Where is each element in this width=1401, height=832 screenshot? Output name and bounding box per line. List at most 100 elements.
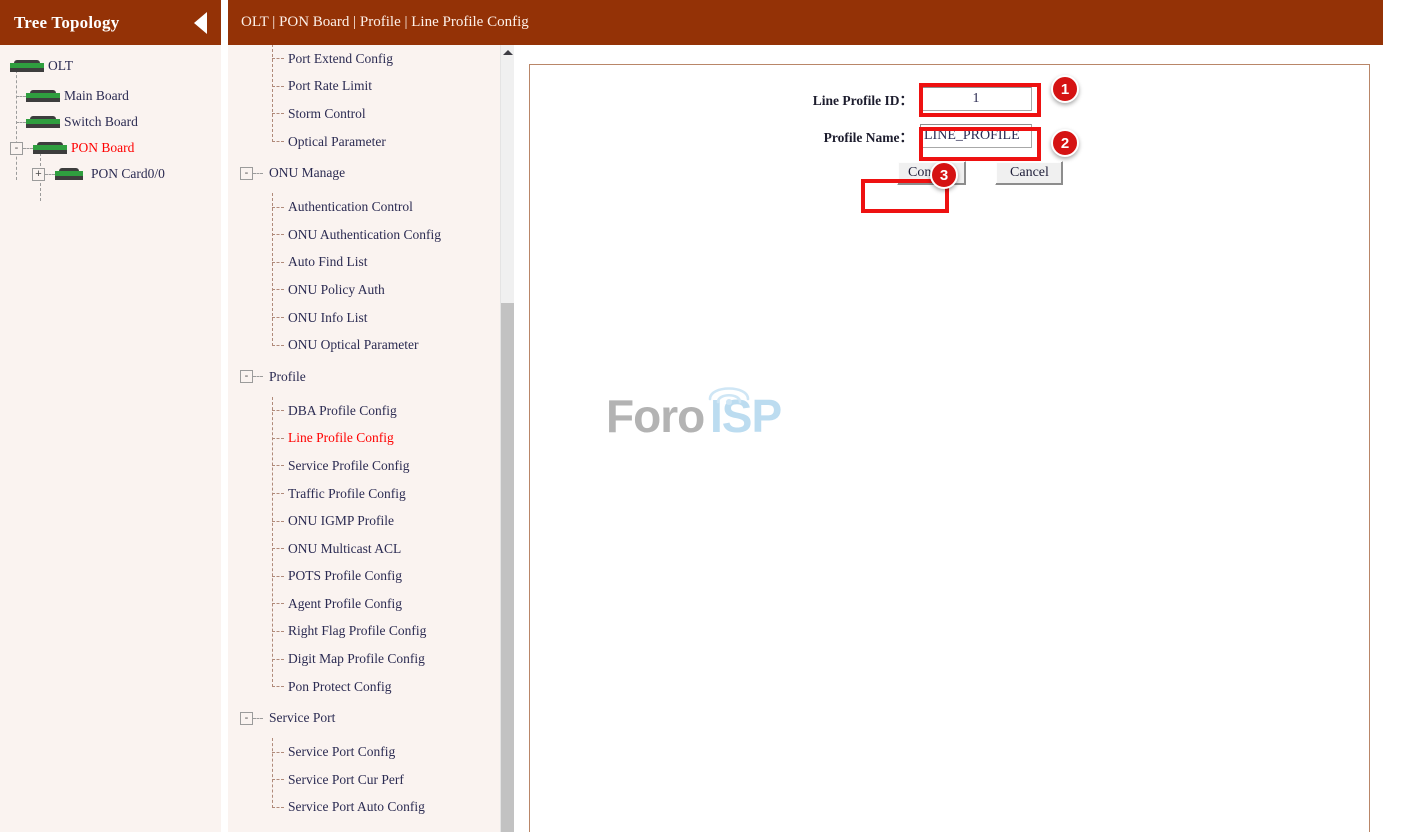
nav-item-label: Line Profile Config	[288, 430, 394, 446]
nav-item-onu-info-list[interactable]: ONU Info List	[272, 304, 500, 332]
tree-connector	[16, 95, 26, 97]
nav-item-service-port-auto-config[interactable]: Service Port Auto Config	[272, 794, 500, 822]
tree-expander-expand-icon[interactable]: +	[32, 167, 45, 181]
device-icon	[10, 60, 44, 72]
caret-up-icon	[503, 50, 513, 55]
nav-item-port-rate-limit[interactable]: Port Rate Limit	[272, 73, 500, 101]
form-row-line-profile-id: Line Profile ID：	[530, 87, 1369, 111]
nav-item-pon-protect-config[interactable]: Pon Protect Config	[272, 673, 500, 701]
nav-item-agent-profile-config[interactable]: Agent Profile Config	[272, 590, 500, 618]
watermark-text-foro: Foro	[606, 390, 705, 442]
wifi-signal-icon	[708, 387, 750, 405]
nav-item-label: DBA Profile Config	[288, 402, 397, 418]
nav-connector	[253, 172, 263, 174]
tree-node-main-board[interactable]: Main Board	[0, 83, 221, 109]
nav-item-service-port-config[interactable]: Service Port Config	[272, 738, 500, 766]
nav-connector	[272, 779, 284, 781]
nav-item-label: Port Extend Config	[288, 50, 393, 66]
nav-group-label: Profile	[269, 368, 306, 384]
watermark-text-isp: ISP	[710, 390, 782, 442]
navigation-scroll-area: Port Extend Config Port Rate Limit Storm…	[228, 0, 500, 832]
nav-item-service-profile-config[interactable]: Service Profile Config	[272, 452, 500, 480]
nav-item-right-flag-profile-config[interactable]: Right Flag Profile Config	[272, 618, 500, 646]
nav-connector	[272, 658, 284, 660]
nav-item-auto-find-list[interactable]: Auto Find List	[272, 249, 500, 277]
cancel-button[interactable]: Cancel	[995, 161, 1064, 185]
nav-connector	[272, 575, 284, 577]
nav-group-service-port[interactable]: - Service Port	[240, 704, 500, 732]
nav-connector	[272, 58, 284, 60]
main-header: OLT | PON Board | Profile | Line Profile…	[228, 0, 1383, 45]
breadcrumb: OLT | PON Board | Profile | Line Profile…	[241, 14, 529, 30]
nav-connector	[272, 85, 284, 87]
nav-item-onu-optical-parameter[interactable]: ONU Optical Parameter	[272, 331, 500, 359]
nav-item-label: ONU Policy Auth	[288, 281, 385, 297]
nav-item-label: Agent Profile Config	[288, 595, 402, 611]
nav-item-digit-map-profile-config[interactable]: Digit Map Profile Config	[272, 645, 500, 673]
nav-item-label: ONU Info List	[288, 309, 368, 325]
line-profile-form: Line Profile ID： Profile Name： Confirm C…	[530, 65, 1369, 213]
tree-connector	[23, 147, 33, 149]
profile-name-input[interactable]	[920, 124, 1032, 148]
tree-expander-collapse-icon[interactable]: -	[10, 141, 23, 155]
scroll-up-button[interactable]	[501, 45, 514, 59]
nav-subtree-service-port: Service Port Config Service Port Cur Per…	[228, 738, 500, 821]
nav-subtree-profile: DBA Profile Config Line Profile Config S…	[228, 396, 500, 701]
scrollbar-thumb[interactable]	[501, 303, 514, 832]
nav-item-onu-igmp-profile[interactable]: ONU IGMP Profile	[272, 507, 500, 535]
tree-node-olt[interactable]: OLT	[0, 53, 221, 79]
tree-topology-body: OLT Main Board Switch Board - PON Board	[0, 45, 221, 201]
nav-item-label: Service Profile Config	[288, 457, 410, 473]
tree-topology-header: Tree Topology	[0, 0, 221, 45]
nav-item-pots-profile-config[interactable]: POTS Profile Config	[272, 563, 500, 591]
nav-item-onu-policy-auth[interactable]: ONU Policy Auth	[272, 276, 500, 304]
nav-item-label: Digit Map Profile Config	[288, 651, 425, 667]
nav-item-label: Right Flag Profile Config	[288, 623, 427, 639]
nav-subtree-onu-manage: Authentication Control ONU Authenticatio…	[228, 193, 500, 359]
triangle-left-icon[interactable]	[194, 11, 207, 34]
nav-item-port-extend-config[interactable]: Port Extend Config	[272, 45, 500, 73]
nav-connector	[272, 686, 284, 688]
nav-item-label: ONU Multicast ACL	[288, 540, 402, 556]
device-icon	[55, 168, 83, 180]
nav-group-collapse-icon[interactable]: -	[240, 370, 253, 384]
nav-group-collapse-icon[interactable]: -	[240, 711, 253, 725]
nav-item-storm-control[interactable]: Storm Control	[272, 100, 500, 128]
nav-group-collapse-icon[interactable]: -	[240, 166, 253, 180]
annotation-badge-1: 1	[1051, 75, 1079, 103]
tree-node-pon-card[interactable]: + PON Card0/0	[0, 161, 221, 187]
nav-item-label: Port Rate Limit	[288, 78, 372, 94]
tree-node-label: Switch Board	[64, 114, 138, 129]
tree-node-switch-board[interactable]: Switch Board	[0, 109, 221, 135]
device-icon	[26, 116, 60, 128]
nav-subtree-top: Port Extend Config Port Rate Limit Storm…	[228, 39, 500, 156]
nav-item-onu-multicast-acl[interactable]: ONU Multicast ACL	[272, 535, 500, 563]
nav-group-profile[interactable]: - Profile	[240, 363, 500, 391]
nav-connector	[253, 376, 263, 378]
nav-connector	[272, 806, 284, 808]
nav-item-label: ONU Authentication Config	[288, 226, 441, 242]
nav-item-service-port-cur-perf[interactable]: Service Port Cur Perf	[272, 766, 500, 794]
tree-topology-panel: Tree Topology OLT Main Board Switch Boar…	[0, 0, 221, 832]
navigation-panel: Port Extend Config Port Rate Limit Storm…	[228, 0, 514, 832]
nav-item-onu-authentication-config[interactable]: ONU Authentication Config	[272, 221, 500, 249]
nav-item-authentication-control[interactable]: Authentication Control	[272, 193, 500, 221]
nav-item-traffic-profile-config[interactable]: Traffic Profile Config	[272, 480, 500, 508]
navigation-scrollbar[interactable]	[500, 45, 514, 832]
nav-group-onu-manage[interactable]: - ONU Manage	[240, 159, 500, 187]
nav-connector	[272, 751, 284, 753]
tree-node-label: PON Card0/0	[91, 166, 165, 181]
nav-item-dba-profile-config[interactable]: DBA Profile Config	[272, 397, 500, 425]
tree-node-label: PON Board	[71, 140, 135, 155]
nav-connector	[272, 317, 284, 319]
nav-item-label: Service Port Cur Perf	[288, 771, 404, 787]
device-icon	[33, 142, 67, 154]
tree-node-label: Main Board	[64, 88, 129, 103]
tree-node-pon-board[interactable]: - PON Board	[0, 135, 221, 161]
nav-connector	[272, 141, 284, 143]
nav-item-optical-parameter[interactable]: Optical Parameter	[272, 128, 500, 156]
nav-connector	[272, 289, 284, 291]
nav-item-line-profile-config[interactable]: Line Profile Config	[272, 425, 500, 453]
line-profile-id-input[interactable]	[920, 87, 1032, 111]
nav-connector	[272, 410, 284, 412]
